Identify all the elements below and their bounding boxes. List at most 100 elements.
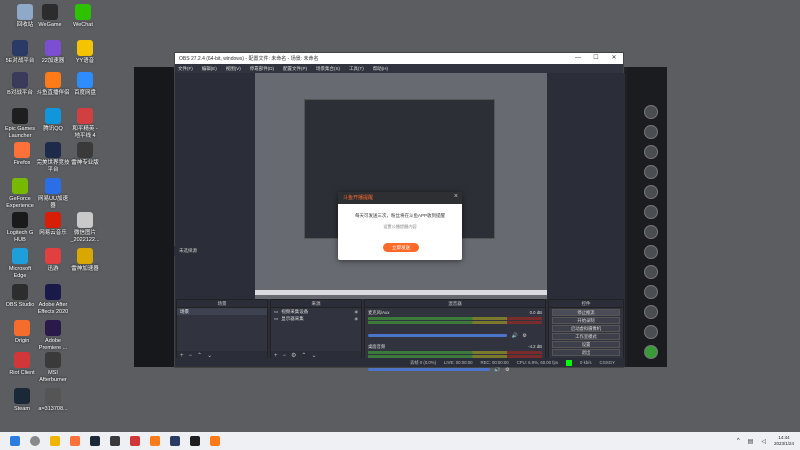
toolbar-circle-icon[interactable] [644, 265, 658, 279]
toolbar-circle-icon[interactable] [644, 225, 658, 239]
volume-slider[interactable] [368, 368, 490, 371]
riot-icon[interactable] [130, 436, 140, 446]
toolbar-circle-icon[interactable] [644, 325, 658, 339]
menu-docks[interactable]: 停靠部件(D) [250, 66, 274, 72]
stop-streaming-button[interactable]: 停止推流 [552, 309, 620, 316]
studio-mode-button[interactable]: 工作室模式 [552, 333, 620, 340]
volume-slider[interactable] [368, 334, 508, 337]
desktop-shortcut[interactable]: 迅游 [36, 248, 70, 273]
start-recording-button[interactable]: 开始录制 [552, 317, 620, 324]
menu-file[interactable]: 文件(F) [178, 66, 193, 72]
desktop-shortcut[interactable]: B对战平台 [3, 72, 37, 97]
menu-tools[interactable]: 工具(T) [349, 66, 364, 72]
desktop-shortcut[interactable]: WeChat [66, 4, 100, 29]
send-now-button[interactable]: 立即发送 [383, 243, 419, 252]
epic-icon[interactable] [190, 436, 200, 446]
eye-icon[interactable]: ◉ [355, 316, 359, 321]
desktop-shortcut[interactable]: Logitech G HUB [3, 212, 37, 243]
settings-button[interactable]: 设置 [552, 341, 620, 348]
desktop-shortcut[interactable]: 5E对战平台 [3, 40, 37, 65]
gear-icon[interactable]: ⚙ [522, 333, 526, 339]
app-icon [45, 388, 61, 404]
menu-profile[interactable]: 配置文件(P) [283, 66, 307, 72]
desktop-shortcut[interactable]: 腾讯QQ [36, 108, 70, 133]
desktop-shortcut[interactable]: Steam [5, 388, 39, 413]
close-icon[interactable]: × [454, 193, 458, 200]
speaker-icon[interactable]: 🔊 [512, 333, 518, 339]
clock[interactable]: 14:44 2023/1/24 [774, 435, 794, 447]
desktop-shortcut[interactable]: 和平精英 - 地平线 4 [68, 108, 102, 139]
desktop-shortcut[interactable]: YY语音 [68, 40, 102, 65]
desktop-shortcut[interactable]: OBS Studio [3, 284, 37, 309]
app-icon [77, 212, 93, 228]
steam-icon[interactable] [90, 436, 100, 446]
desktop-shortcut[interactable]: WeGame [33, 4, 67, 29]
firefox-icon[interactable] [70, 436, 80, 446]
desktop-shortcut[interactable]: Firefox [5, 142, 39, 167]
toolbar-circle-icon[interactable] [644, 145, 658, 159]
douyu-icon[interactable] [210, 436, 220, 446]
virtual-camera-button[interactable]: 启动虚拟摄像机 [552, 325, 620, 332]
menu-scene-collection[interactable]: 场景集合(S) [316, 66, 340, 72]
volume-icon[interactable]: ◁ [761, 438, 766, 445]
desktop-shortcut-label: Adobe Premiere ... [38, 338, 68, 351]
close-button[interactable]: ✕ [605, 53, 623, 64]
toolbar-circle-icon[interactable] [644, 205, 658, 219]
eye-icon[interactable]: ◉ [355, 309, 359, 314]
maximize-button[interactable]: ☐ [587, 53, 605, 64]
source-item[interactable]: ▭ 显示器采集 ◉ [271, 315, 361, 322]
desktop-shortcut[interactable]: 网易UU加速 器 [36, 178, 70, 209]
live-indicator-icon[interactable] [644, 345, 658, 359]
desktop-shortcut[interactable]: a=313708... [36, 388, 70, 413]
tray-chevron-icon[interactable]: ^ [737, 438, 740, 444]
search-icon[interactable] [30, 436, 40, 446]
speaker-icon[interactable]: 🔊 [494, 367, 500, 373]
desktop-shortcut[interactable]: 百度网盘 [68, 72, 102, 97]
desktop-shortcut[interactable]: 雷神专业版 [68, 142, 102, 167]
exit-button[interactable]: 退出 [552, 349, 620, 356]
network-icon[interactable]: ▤ [748, 438, 754, 445]
source-item[interactable]: ▭ 视频采集设备 ◉ [271, 308, 361, 315]
desktop-shortcut-label: B对战平台 [7, 90, 33, 96]
desktop-shortcut[interactable]: 雷神加速器 [68, 248, 102, 273]
toolbar-circle-icon[interactable] [644, 185, 658, 199]
toolbar-circle-icon[interactable] [644, 285, 658, 299]
windows-start-icon[interactable] [10, 436, 20, 446]
desktop-shortcut[interactable]: 完美世界竞技 平台 [36, 142, 70, 173]
menu-edit[interactable]: 编辑(E) [202, 66, 217, 72]
toolbar-circle-icon[interactable] [644, 165, 658, 179]
desktop-shortcut[interactable]: GeForce Experience [3, 178, 37, 209]
desktop-shortcut[interactable]: Epic Games Launcher [3, 108, 37, 139]
toolbar-circle-icon[interactable] [644, 305, 658, 319]
desktop-shortcut[interactable]: MSI Afterburner [36, 352, 70, 383]
desktop-shortcut[interactable]: 斗鱼直播伴侣 [36, 72, 70, 97]
desktop-shortcut[interactable]: Microsoft Edge [3, 248, 37, 279]
obs-icon[interactable] [110, 436, 120, 446]
window-controls: — ☐ ✕ [569, 53, 623, 64]
file-explorer-icon[interactable] [50, 436, 60, 446]
desktop-shortcut[interactable]: 网易云音乐 [36, 212, 70, 237]
toolbar-circle-icon[interactable] [644, 245, 658, 259]
app-icon [45, 320, 61, 336]
5e-icon[interactable] [170, 436, 180, 446]
toolbar-circle-icon[interactable] [644, 125, 658, 139]
app-icon [45, 108, 61, 124]
desktop-shortcut-label: 网易UU加速 器 [38, 196, 68, 209]
menu-view[interactable]: 视图(V) [226, 66, 241, 72]
app-icon [12, 212, 28, 228]
menu-help[interactable]: 帮助(H) [373, 66, 388, 72]
desktop-shortcut-label: WeGame [38, 22, 62, 28]
gear-icon[interactable]: ⚙ [505, 367, 509, 373]
douyu-icon[interactable] [150, 436, 160, 446]
desktop-shortcut[interactable]: Origin [5, 320, 39, 345]
obs-preview[interactable] [175, 73, 625, 299]
desktop-shortcut[interactable]: Adobe After Effects 2020 [36, 284, 70, 315]
app-icon [12, 284, 28, 300]
minimize-button[interactable]: — [569, 53, 587, 64]
desktop-shortcut[interactable]: Riot Client [5, 352, 39, 377]
desktop-shortcut[interactable]: 22加速器 [36, 40, 70, 65]
toolbar-circle-icon[interactable] [644, 105, 658, 119]
desktop-shortcut[interactable]: 微信图片 _2022122... [68, 212, 102, 243]
desktop-shortcut[interactable]: Adobe Premiere ... [36, 320, 70, 351]
scene-item[interactable]: 场景 [177, 308, 267, 315]
